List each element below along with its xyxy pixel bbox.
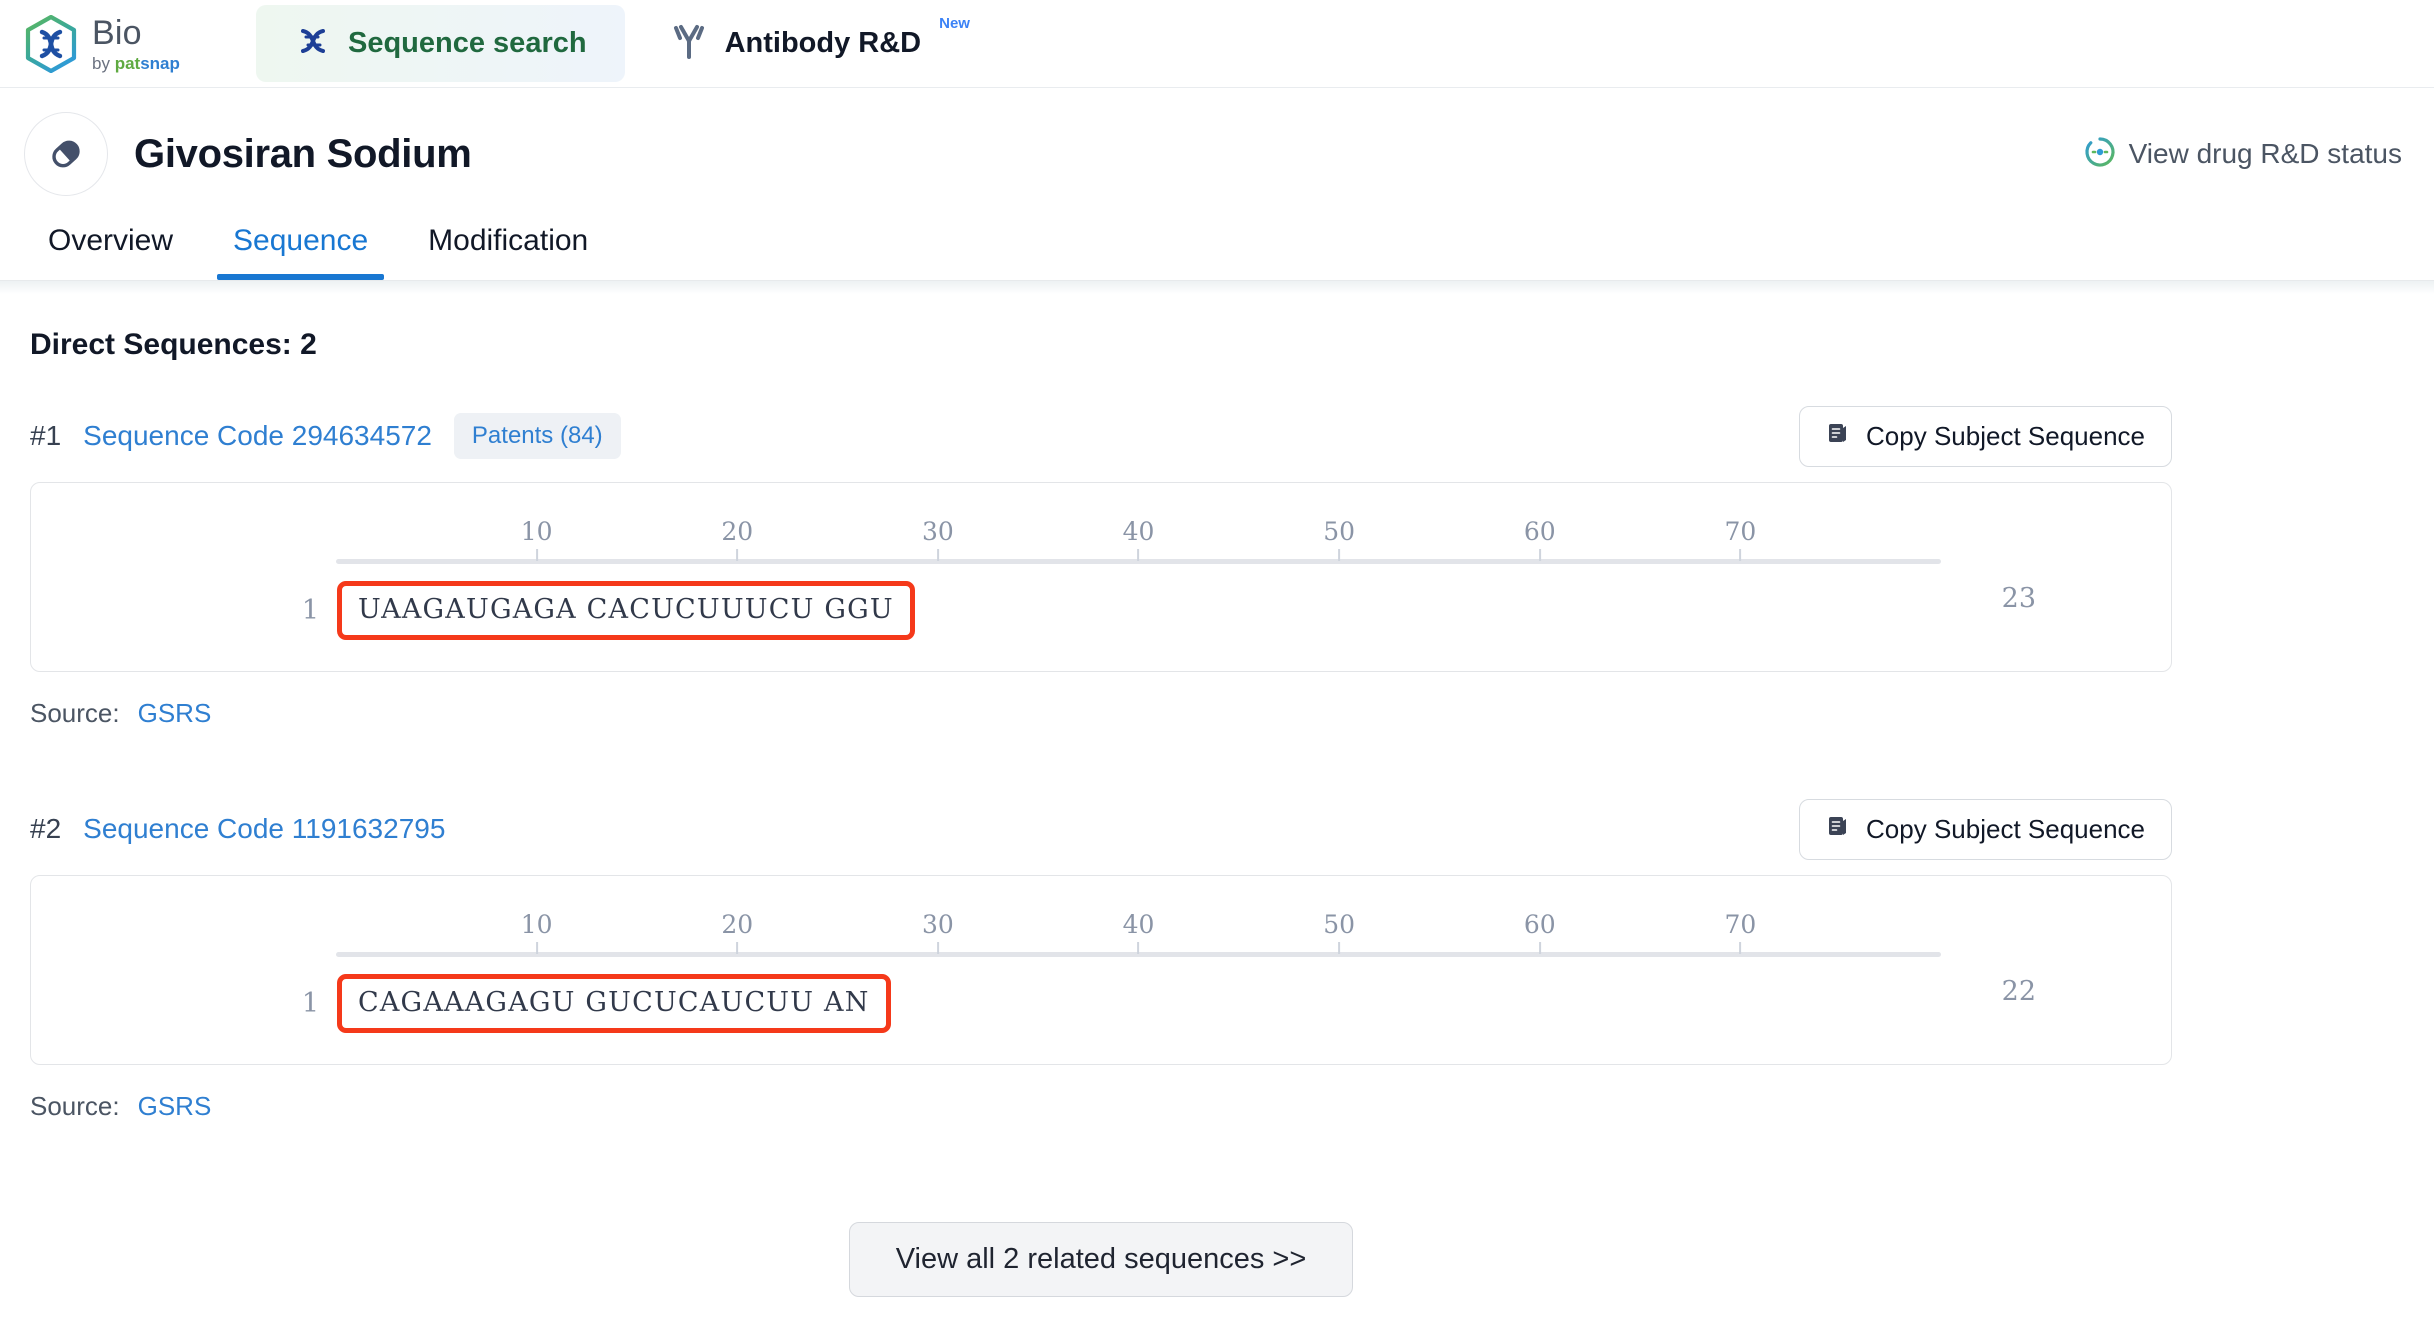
section-tabs: Overview Sequence Modification xyxy=(0,196,2434,280)
ruler-tick-label: 40 xyxy=(1122,517,1155,546)
view-drug-rd-status-link[interactable]: View drug R&D status xyxy=(2083,135,2406,174)
ruler-tick-mark xyxy=(936,942,939,954)
view-drug-rd-status-label: View drug R&D status xyxy=(2128,138,2402,169)
ruler-tick-mark xyxy=(1739,942,1742,954)
source-link[interactable]: GSRS xyxy=(138,1091,212,1122)
ruler-tick-label: 40 xyxy=(1122,910,1155,939)
ruler-tick-mark xyxy=(535,549,538,561)
brand-by-text: by xyxy=(92,53,115,73)
nav-tab-sequence-search[interactable]: Sequence search xyxy=(256,5,625,82)
sequence-residues[interactable]: CAGAAAGAGU GUCUCAUCUU AN xyxy=(337,974,891,1033)
ruler-tick-mark xyxy=(1137,549,1140,561)
sequence-card: 10 20 30 40 50 60 70 1 CAGAAAGAGU GUCUCA… xyxy=(30,875,2172,1065)
ruler-tick-label: 20 xyxy=(721,910,754,939)
sequence-code-link[interactable]: Sequence Code 1191632795 xyxy=(83,813,445,845)
tab-modification[interactable]: Modification xyxy=(398,224,618,280)
ruler-tick-label: 70 xyxy=(1724,910,1757,939)
patents-badge[interactable]: Patents (84) xyxy=(453,413,621,459)
tab-overview[interactable]: Overview xyxy=(24,224,203,280)
ruler-tick-label: 10 xyxy=(520,517,553,546)
copy-subject-sequence-label: Copy Subject Sequence xyxy=(1866,420,2145,451)
primary-nav-tabs: Sequence search Antibody R&D New xyxy=(256,4,1008,83)
ruler-tick-label: 60 xyxy=(1523,517,1556,546)
footer-actions: View all 2 related sequences >> xyxy=(30,1222,2404,1297)
ruler-tick-label: 30 xyxy=(921,517,954,546)
sequence-source-row: Source: GSRS xyxy=(30,698,2404,729)
sequence-residues[interactable]: UAAGAUGAGA CACUCUUUCU GGU xyxy=(337,581,915,640)
sequence-index: #1 xyxy=(30,420,62,451)
ruler-tick-label: 60 xyxy=(1523,910,1556,939)
copy-subject-sequence-button[interactable]: Copy Subject Sequence xyxy=(1799,798,2172,860)
ruler-tick-mark xyxy=(1538,549,1541,561)
new-badge: New xyxy=(939,15,970,32)
page-root: Bio by patsnap Sequence search Antibody … xyxy=(0,0,2434,1338)
ruler-tick-label: 20 xyxy=(721,517,754,546)
sequence-index: #2 xyxy=(30,813,62,844)
copy-subject-sequence-button[interactable]: Copy Subject Sequence xyxy=(1799,405,2172,467)
main-content: Direct Sequences: 2 #1 Sequence Code 294… xyxy=(0,294,2434,1297)
sequence-end-position: 23 xyxy=(2001,583,2036,614)
ruler-tick-mark xyxy=(1739,549,1742,561)
view-all-related-sequences-button[interactable]: View all 2 related sequences >> xyxy=(848,1222,1354,1297)
source-link[interactable]: GSRS xyxy=(138,698,212,729)
brand-title: Bio xyxy=(92,13,142,52)
source-label: Source: xyxy=(30,698,120,728)
sequence-block: #1 Sequence Code 294634572 Patents (84) … xyxy=(30,405,2404,729)
brand-subtitle: by patsnap xyxy=(92,55,180,72)
sequence-line: 1 UAAGAUGAGA CACUCUUUCU GGU xyxy=(31,581,2171,640)
brand-snap-text: snap xyxy=(140,53,180,73)
tabstrip-divider xyxy=(0,280,2434,294)
nav-tab-label: Sequence search xyxy=(348,27,587,59)
ruler-tick-label: 30 xyxy=(921,910,954,939)
nav-tab-antibody-rd[interactable]: Antibody R&D New xyxy=(631,4,1008,83)
brand-logo-block[interactable]: Bio by patsnap xyxy=(24,13,232,73)
ruler-tick-label: 10 xyxy=(520,910,553,939)
ruler-tick-mark xyxy=(936,549,939,561)
sequence-end-position: 22 xyxy=(2001,976,2036,1007)
nav-tab-label: Antibody R&D xyxy=(724,27,922,59)
dna-hex-logo-icon xyxy=(24,14,78,73)
ruler-tick-mark xyxy=(736,942,739,954)
sequence-source-row: Source: GSRS xyxy=(30,1091,2404,1122)
ruler-tick-label: 50 xyxy=(1323,910,1356,939)
capsule-pill-icon xyxy=(24,112,108,196)
sequence-ruler: 10 20 30 40 50 60 70 xyxy=(336,517,1941,564)
ruler-tick-label: 70 xyxy=(1724,517,1757,546)
sequence-card: 10 20 30 40 50 60 70 1 UAAGAUGAGA CACUCU… xyxy=(30,482,2172,672)
section-title: Direct Sequences: 2 xyxy=(30,328,317,361)
sequence-start-position: 1 xyxy=(301,595,319,626)
sequence-header-row: #1 Sequence Code 294634572 Patents (84) … xyxy=(30,405,2404,467)
source-label: Source: xyxy=(30,1091,120,1121)
antibody-icon xyxy=(669,21,709,66)
sequence-start-position: 1 xyxy=(301,988,319,1019)
top-navigation-bar: Bio by patsnap Sequence search Antibody … xyxy=(0,0,2434,88)
sequence-block: #2 Sequence Code 1191632795 Copy Subject… xyxy=(30,798,2404,1122)
ruler-tick-mark xyxy=(535,942,538,954)
sequence-ruler: 10 20 30 40 50 60 70 xyxy=(336,910,1941,957)
ruler-tick-mark xyxy=(1538,942,1541,954)
dna-icon xyxy=(294,22,332,65)
brand-pat-text: pat xyxy=(114,53,141,73)
page-title: Givosiran Sodium xyxy=(134,131,472,176)
sequence-code-link[interactable]: Sequence Code 294634572 xyxy=(83,420,432,452)
sequence-header-row: #2 Sequence Code 1191632795 Copy Subject… xyxy=(30,798,2404,860)
ruler-tick-mark xyxy=(1338,549,1341,561)
copy-icon xyxy=(1826,420,1852,453)
rd-status-icon xyxy=(2083,135,2117,174)
ruler-tick-mark xyxy=(736,549,739,561)
ruler-tick-mark xyxy=(1338,942,1341,954)
sequence-line: 1 CAGAAAGAGU GUCUCAUCUU AN xyxy=(31,974,2171,1033)
ruler-tick-label: 50 xyxy=(1323,517,1356,546)
copy-subject-sequence-label: Copy Subject Sequence xyxy=(1866,813,2145,844)
ruler-tick-mark xyxy=(1137,942,1140,954)
tab-sequence[interactable]: Sequence xyxy=(203,224,398,280)
drug-header: Givosiran Sodium View drug R&D status xyxy=(0,88,2434,196)
copy-icon xyxy=(1826,813,1852,846)
